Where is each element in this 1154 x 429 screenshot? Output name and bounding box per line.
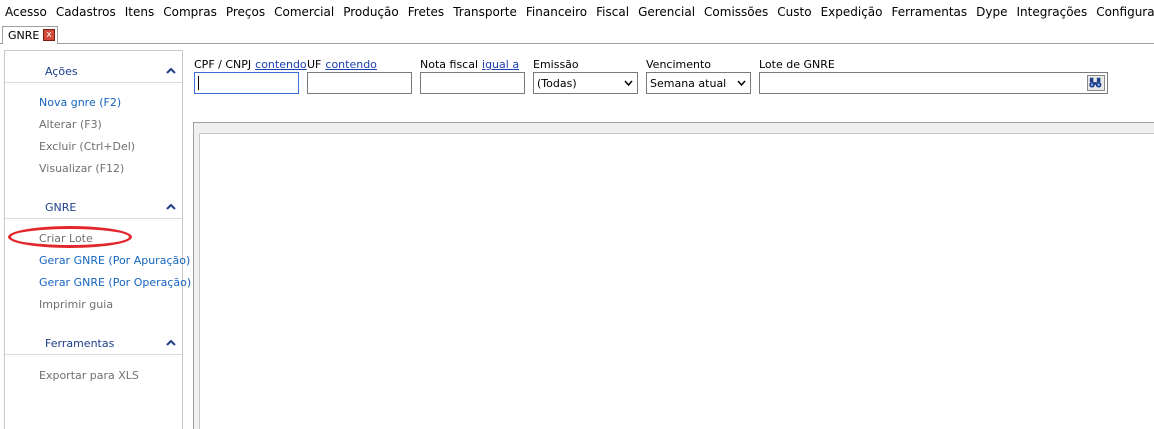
close-icon[interactable]: x bbox=[43, 29, 55, 41]
filter-label-uf: UF contendo bbox=[307, 58, 377, 71]
tab-gnre[interactable]: GNRE x bbox=[2, 26, 58, 44]
emissao-select[interactable]: (Todas) bbox=[533, 72, 638, 94]
action-alterar[interactable]: Alterar (F3) bbox=[39, 118, 102, 131]
results-grid-frame bbox=[193, 122, 1154, 429]
menu-itens[interactable]: Itens bbox=[120, 0, 158, 25]
menu-expedicao[interactable]: Expedição bbox=[816, 0, 887, 25]
cpf-cnpj-input[interactable] bbox=[194, 72, 299, 94]
highlight-ellipse bbox=[8, 226, 132, 248]
vencimento-select-value: Semana atual bbox=[650, 77, 727, 90]
filter-mode-cpf[interactable]: contendo bbox=[255, 58, 307, 71]
section-title-ferramentas: Ferramentas bbox=[45, 337, 115, 350]
section-title-acoes: Ações bbox=[45, 65, 78, 78]
menu-custo[interactable]: Custo bbox=[772, 0, 815, 25]
section-header-ferramentas[interactable]: Ferramentas bbox=[5, 333, 182, 355]
filter-label-emissao: Emissão bbox=[533, 58, 579, 71]
vencimento-select[interactable]: Semana atual bbox=[646, 72, 751, 94]
menu-precos[interactable]: Preços bbox=[221, 0, 269, 25]
uf-input[interactable] bbox=[307, 72, 412, 94]
action-visualizar[interactable]: Visualizar (F12) bbox=[39, 162, 124, 175]
text-caret bbox=[198, 76, 199, 90]
binoculars-icon bbox=[1089, 77, 1102, 88]
menu-cadastros[interactable]: Cadastros bbox=[51, 0, 120, 25]
menu-transporte[interactable]: Transporte bbox=[448, 0, 521, 25]
menu-compras[interactable]: Compras bbox=[158, 0, 221, 25]
lote-gnre-input[interactable] bbox=[759, 72, 1108, 94]
menu-integracoes[interactable]: Integrações bbox=[1011, 0, 1091, 25]
filter-label-vencimento: Vencimento bbox=[646, 58, 712, 71]
menu-acesso[interactable]: Acesso bbox=[0, 0, 51, 25]
menu-fiscal[interactable]: Fiscal bbox=[591, 0, 633, 25]
section-header-acoes[interactable]: Ações bbox=[5, 61, 182, 83]
menu-ferramentas[interactable]: Ferramentas bbox=[887, 0, 972, 25]
menu-gerencial[interactable]: Gerencial bbox=[633, 0, 699, 25]
chevron-down-icon bbox=[624, 80, 633, 87]
menu-comercial[interactable]: Comercial bbox=[269, 0, 338, 25]
action-imprimir-guia[interactable]: Imprimir guia bbox=[39, 298, 113, 311]
chevron-up-icon[interactable] bbox=[166, 66, 176, 76]
filter-mode-uf[interactable]: contendo bbox=[325, 58, 377, 71]
menu-producao[interactable]: Produção bbox=[338, 0, 403, 25]
chevron-down-icon bbox=[737, 80, 746, 87]
menu-comissoes[interactable]: Comissões bbox=[699, 0, 772, 25]
menu-dype[interactable]: Dype bbox=[971, 0, 1011, 25]
nota-fiscal-input[interactable] bbox=[420, 72, 525, 94]
menu-fretes[interactable]: Fretes bbox=[403, 0, 448, 25]
filter-label-lote: Lote de GNRE bbox=[759, 58, 835, 71]
action-gerar-gnre-apuracao[interactable]: Gerar GNRE (Por Apuração) bbox=[39, 254, 190, 267]
chevron-up-icon[interactable] bbox=[166, 202, 176, 212]
emissao-select-value: (Todas) bbox=[537, 77, 577, 90]
section-header-gnre[interactable]: GNRE bbox=[5, 197, 182, 219]
tab-gnre-label: GNRE bbox=[8, 29, 40, 42]
tab-strip: GNRE x bbox=[0, 25, 1154, 44]
action-gerar-gnre-operacao[interactable]: Gerar GNRE (Por Operação) bbox=[39, 276, 191, 289]
section-title-gnre: GNRE bbox=[45, 201, 77, 214]
action-nova-gnre[interactable]: Nova gnre (F2) bbox=[39, 96, 121, 109]
menu-financeiro[interactable]: Financeiro bbox=[521, 0, 591, 25]
chevron-up-icon[interactable] bbox=[166, 338, 176, 348]
filter-mode-nota[interactable]: igual a bbox=[482, 58, 519, 71]
menu-bar: Acesso Cadastros Itens Compras Preços Co… bbox=[0, 0, 1154, 25]
results-grid[interactable] bbox=[199, 133, 1154, 429]
menu-configuracoes[interactable]: Configurações bbox=[1091, 0, 1154, 25]
filter-label-nota: Nota fiscal igual a bbox=[420, 58, 520, 71]
search-button[interactable] bbox=[1087, 75, 1105, 91]
action-excluir[interactable]: Excluir (Ctrl+Del) bbox=[39, 140, 135, 153]
action-exportar-xls[interactable]: Exportar para XLS bbox=[39, 369, 139, 382]
filter-label-cpf: CPF / CNPJ contendo bbox=[194, 58, 307, 71]
